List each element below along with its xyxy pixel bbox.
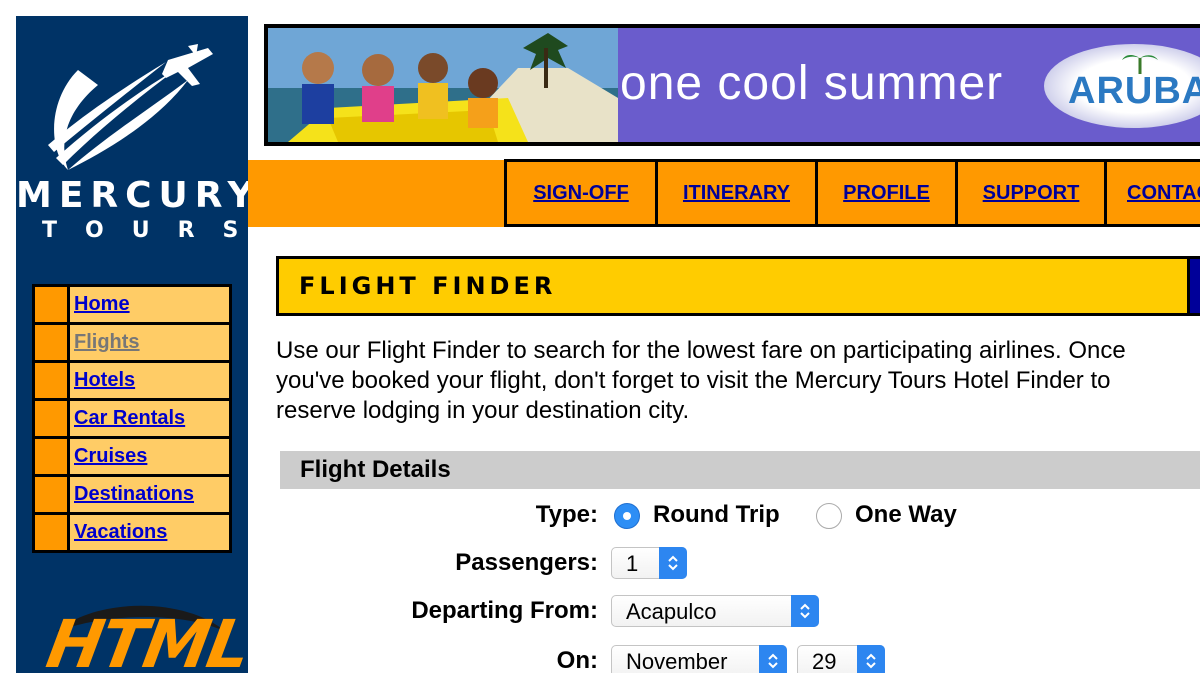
- mercury-tours-page: MERCURY TOURS Home Flights Hotels Car Re…: [0, 0, 1200, 673]
- top-nav: SIGN-OFF ITINERARY PROFILE SUPPORT CONTA…: [504, 159, 1200, 227]
- sidebar-link-car-rentals[interactable]: Car Rentals: [74, 407, 185, 430]
- mercury-tours-logo[interactable]: MERCURY TOURS: [16, 16, 248, 266]
- on-day-select[interactable]: 29: [797, 645, 885, 673]
- sidebar-link-cruises[interactable]: Cruises: [74, 445, 147, 468]
- top-nav-itinerary[interactable]: ITINERARY: [683, 182, 790, 205]
- flight-details-section-header: Flight Details: [280, 451, 1200, 489]
- sidebar-nav: Home Flights Hotels Car Rentals Cruises …: [32, 284, 232, 553]
- sidebar-item-destinations: Destinations: [35, 477, 229, 512]
- sidebar-bullet: [35, 477, 67, 512]
- select-chevron-icon: [791, 595, 819, 627]
- sidebar-link-flights[interactable]: Flights: [74, 331, 140, 354]
- select-chevron-icon: [659, 547, 687, 579]
- round-trip-radio[interactable]: [614, 503, 640, 529]
- sidebar-link-vacations[interactable]: Vacations: [74, 521, 167, 544]
- on-label: On:: [556, 647, 598, 673]
- sidebar-item-vacations: Vacations: [35, 515, 229, 550]
- sidebar-bullet: [35, 515, 67, 550]
- top-nav-profile[interactable]: PROFILE: [843, 182, 930, 205]
- sidebar-item-flights: Flights: [35, 325, 229, 360]
- page-title: FLIGHT FINDER: [299, 272, 557, 300]
- select-chevron-icon: [857, 645, 885, 673]
- sidebar-bullet: [35, 325, 67, 360]
- header-side-tab: [1190, 259, 1200, 313]
- aruba-logo-text: ARUBA: [1068, 70, 1200, 112]
- on-month-select[interactable]: November: [611, 645, 787, 673]
- banner-photo-image: [268, 28, 618, 142]
- flight-finder-header: FLIGHT FINDER: [276, 256, 1200, 316]
- sidebar-link-hotels[interactable]: Hotels: [74, 369, 135, 392]
- passengers-select[interactable]: 1: [611, 547, 687, 579]
- html-badge[interactable]: HTML: [36, 602, 248, 673]
- departing-from-select[interactable]: Acapulco: [611, 595, 819, 627]
- sidebar-bullet: [35, 439, 67, 474]
- one-way-radio[interactable]: [816, 503, 842, 529]
- one-way-label[interactable]: One Way: [855, 501, 957, 529]
- promo-banner[interactable]: one cool summer ARUBA: [264, 24, 1200, 146]
- sidebar-item-car-rentals: Car Rentals: [35, 401, 229, 436]
- sidebar-bullet: [35, 363, 67, 398]
- select-chevron-icon: [759, 645, 787, 673]
- departing-from-label: Departing From:: [411, 597, 598, 624]
- section-title: Flight Details: [300, 456, 451, 483]
- sidebar-link-home[interactable]: Home: [74, 293, 130, 316]
- intro-text: Use our Flight Finder to search for the …: [276, 337, 1126, 424]
- top-nav-support[interactable]: SUPPORT: [983, 182, 1080, 205]
- sidebar-item-home: Home: [35, 287, 229, 322]
- sidebar-item-hotels: Hotels: [35, 363, 229, 398]
- logo-wordmark-mercury: MERCURY: [16, 175, 248, 216]
- logo-wordmark-tours: TOURS: [42, 218, 248, 243]
- sidebar-bullet: [35, 287, 67, 322]
- sidebar-link-destinations[interactable]: Destinations: [74, 483, 194, 506]
- top-nav-sign-off[interactable]: SIGN-OFF: [533, 182, 629, 205]
- top-nav-contact[interactable]: CONTACT: [1127, 182, 1200, 205]
- airplane-swoosh-icon: [48, 44, 213, 170]
- banner-slogan: one cool summer: [620, 57, 1004, 110]
- sidebar-bullet: [35, 401, 67, 436]
- round-trip-label[interactable]: Round Trip: [653, 501, 780, 529]
- type-label: Type:: [535, 501, 598, 528]
- sidebar: MERCURY TOURS Home Flights Hotels Car Re…: [16, 16, 248, 673]
- html-badge-text: HTML: [41, 606, 248, 673]
- passengers-label: Passengers:: [455, 549, 598, 576]
- sidebar-item-cruises: Cruises: [35, 439, 229, 474]
